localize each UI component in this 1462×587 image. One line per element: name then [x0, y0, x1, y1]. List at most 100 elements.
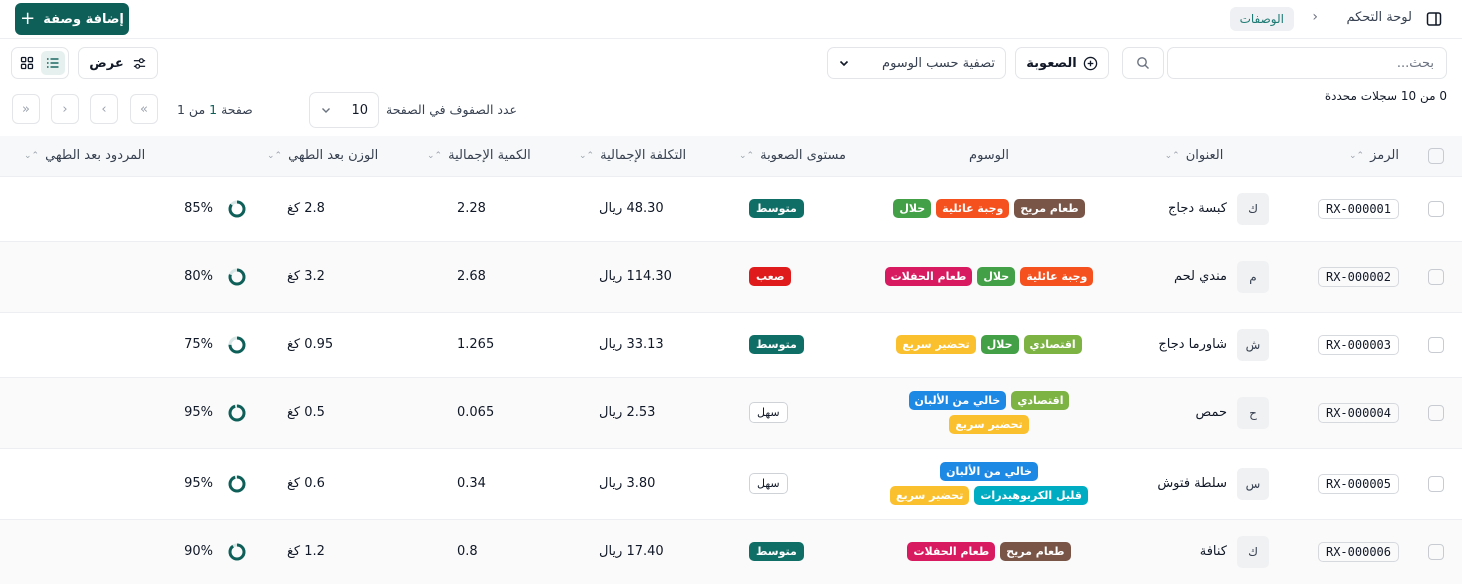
recipe-tags: خالي من الألبان قليل الكربوهيدرات تحضير سر…	[884, 462, 1094, 505]
recipe-tags: طعام مريح طعام الحفلات	[884, 542, 1094, 562]
yield-progress-ring	[228, 475, 246, 492]
tag-badge: حلال	[893, 199, 932, 218]
column-total-cost[interactable]: التكلفة الإجمالية ⌃⌄	[569, 136, 729, 176]
column-total-quantity[interactable]: الكمية الإجمالية ⌃⌄	[417, 136, 569, 176]
add-recipe-button[interactable]: إضافة وصفة +	[15, 3, 129, 35]
difficulty-badge: متوسط	[749, 199, 804, 218]
sidebar-toggle-icon[interactable]	[1424, 9, 1444, 29]
table-row[interactable]: RX-000002 م مندي لحم وجبة عائلية حلال طعام ال…	[0, 240, 1462, 312]
tags-filter-select[interactable]: تصفية حسب الوسوم	[827, 47, 1006, 79]
search-input[interactable]	[1180, 55, 1434, 71]
column-title-label: العنوان	[1185, 148, 1224, 164]
cooked-yield-value: 85%	[184, 201, 213, 216]
grid-view-icon[interactable]	[15, 51, 39, 75]
column-total-quantity-label: الكمية الإجمالية	[448, 148, 531, 164]
last-page-button[interactable]: «	[12, 94, 40, 124]
chevron-down-icon	[839, 60, 849, 67]
recipe-title[interactable]: كنافة	[1200, 544, 1227, 559]
breadcrumb-recipes: الوصفات	[1229, 7, 1294, 31]
recipe-code: RX-000002	[1317, 266, 1399, 287]
column-difficulty-label: مستوى الصعوبة	[760, 148, 847, 164]
cooked-weight: 0.5 كغ	[257, 376, 417, 448]
tag-badge: طعام الحفلات	[907, 542, 996, 562]
column-code[interactable]: الرمز ⌃⌄	[1279, 136, 1409, 176]
recipe-avatar: م	[1237, 260, 1269, 293]
table-row[interactable]: RX-000004 ح حمص اقتصادي خالي من الألبان تحضير…	[0, 376, 1462, 448]
next-page-button[interactable]: ‹	[51, 94, 79, 124]
rows-per-page-value: 10	[351, 102, 368, 118]
list-view-icon[interactable]	[41, 51, 65, 75]
cooked-weight: 3.2 كغ	[257, 240, 417, 312]
column-cooked-weight-label: الوزن بعد الطهي	[288, 148, 379, 164]
total-quantity: 0.34	[417, 447, 569, 519]
tag-badge: اقتصادي	[1023, 335, 1082, 354]
tag-badge: تحضير سريع	[890, 486, 970, 505]
cooked-weight: 2.8 كغ	[257, 175, 417, 241]
recipe-tags: طعام مريح وجبة عائلية حلال	[884, 199, 1094, 218]
yield-progress-ring	[228, 404, 246, 421]
sliders-icon	[133, 57, 145, 69]
column-cooked-yield-label: المردود بعد الطهي	[45, 148, 146, 164]
column-tags-label: الوسوم	[969, 148, 1009, 164]
select-all-checkbox[interactable]	[1427, 147, 1444, 164]
tag-badge: طعام مريح	[1000, 542, 1071, 562]
tag-badge: طعام مريح	[1014, 199, 1085, 218]
rows-per-page-label: عدد الصفوف في الصفحة	[386, 102, 517, 117]
recipe-title[interactable]: سلطة فتوش	[1157, 476, 1227, 491]
difficulty-badge: متوسط	[749, 335, 804, 354]
breadcrumb-chevron-icon: ‹	[1312, 9, 1318, 25]
column-cooked-yield[interactable]: المردود بعد الطهي ⌃⌄	[0, 136, 257, 176]
yield-progress-ring	[228, 336, 246, 353]
breadcrumb-dashboard[interactable]: لوحة التحكم	[1346, 10, 1412, 25]
recipe-code: RX-000006	[1317, 541, 1399, 562]
cooked-weight: 1.2 كغ	[257, 518, 417, 584]
chevron-right-icon: ›	[101, 101, 107, 117]
difficulty-filter-button[interactable]: الصعوبة	[1015, 47, 1109, 79]
layout-toggle	[11, 47, 69, 79]
first-page-button[interactable]: »	[130, 94, 158, 124]
row-checkbox[interactable]	[1427, 268, 1444, 285]
cooked-yield-value: 95%	[184, 405, 213, 420]
recipe-title[interactable]: كبسة دجاج	[1168, 201, 1227, 216]
column-cooked-weight[interactable]: الوزن بعد الطهي ⌃⌄	[257, 136, 417, 176]
plus-circle-icon	[1083, 56, 1097, 70]
recipes-table: الرمز ⌃⌄ العنوان ⌃⌄ الوسوم مستوى الصعوبة ⌃⌄…	[0, 136, 1462, 584]
row-checkbox[interactable]	[1427, 336, 1444, 353]
table-row[interactable]: RX-000006 ك كنافة طعام مريح طعام الحفلات متوس…	[0, 518, 1462, 584]
total-quantity: 2.68	[417, 240, 569, 312]
tag-badge: وجبة عائلية	[936, 199, 1010, 218]
column-title[interactable]: العنوان ⌃⌄	[1109, 136, 1279, 176]
cooked-weight: 0.95 كغ	[257, 311, 417, 377]
sort-icon: ⌃⌄	[24, 150, 40, 161]
search-field[interactable]	[1167, 47, 1447, 79]
yield-progress-ring	[228, 543, 246, 561]
recipe-title[interactable]: مندي لحم	[1174, 269, 1227, 284]
recipe-title[interactable]: شاورما دجاج	[1158, 337, 1227, 352]
row-checkbox[interactable]	[1427, 475, 1444, 492]
row-checkbox[interactable]	[1427, 543, 1444, 560]
column-difficulty[interactable]: مستوى الصعوبة ⌃⌄	[729, 136, 869, 176]
selected-count: 0 من 10 سجلات محددة	[1324, 89, 1447, 103]
tag-badge: طعام الحفلات	[884, 267, 973, 286]
table-row[interactable]: RX-000003 ش شاورما دجاج اقتصادي حلال تحضير سر…	[0, 311, 1462, 377]
cooked-yield-value: 75%	[184, 337, 213, 352]
previous-page-button[interactable]: ›	[90, 94, 118, 124]
recipe-avatar: ك	[1237, 535, 1269, 568]
row-checkbox[interactable]	[1427, 200, 1444, 217]
recipe-title[interactable]: حمص	[1196, 405, 1227, 420]
row-checkbox[interactable]	[1427, 404, 1444, 421]
column-code-label: الرمز	[1370, 148, 1399, 164]
total-quantity: 1.265	[417, 311, 569, 377]
chevron-down-icon	[322, 108, 330, 113]
recipe-tags: اقتصادي خالي من الألبان تحضير سريع	[884, 391, 1094, 434]
tag-badge: حلال	[977, 267, 1016, 286]
cooked-yield-value: 95%	[184, 476, 213, 491]
tag-badge: قليل الكربوهيدرات	[974, 486, 1089, 505]
search-button[interactable]	[1122, 47, 1164, 79]
rows-per-page-select[interactable]: 10	[309, 92, 379, 128]
table-row[interactable]: RX-000005 س سلطة فتوش خالي من الألبان قليل ا…	[0, 447, 1462, 519]
tag-badge: وجبة عائلية	[1020, 267, 1094, 286]
view-options-button[interactable]: عرض	[78, 47, 158, 79]
difficulty-badge: سهل	[749, 402, 788, 423]
table-row[interactable]: RX-000001 ك كبسة دجاج طعام مريح وجبة عائلية ح…	[0, 175, 1462, 241]
